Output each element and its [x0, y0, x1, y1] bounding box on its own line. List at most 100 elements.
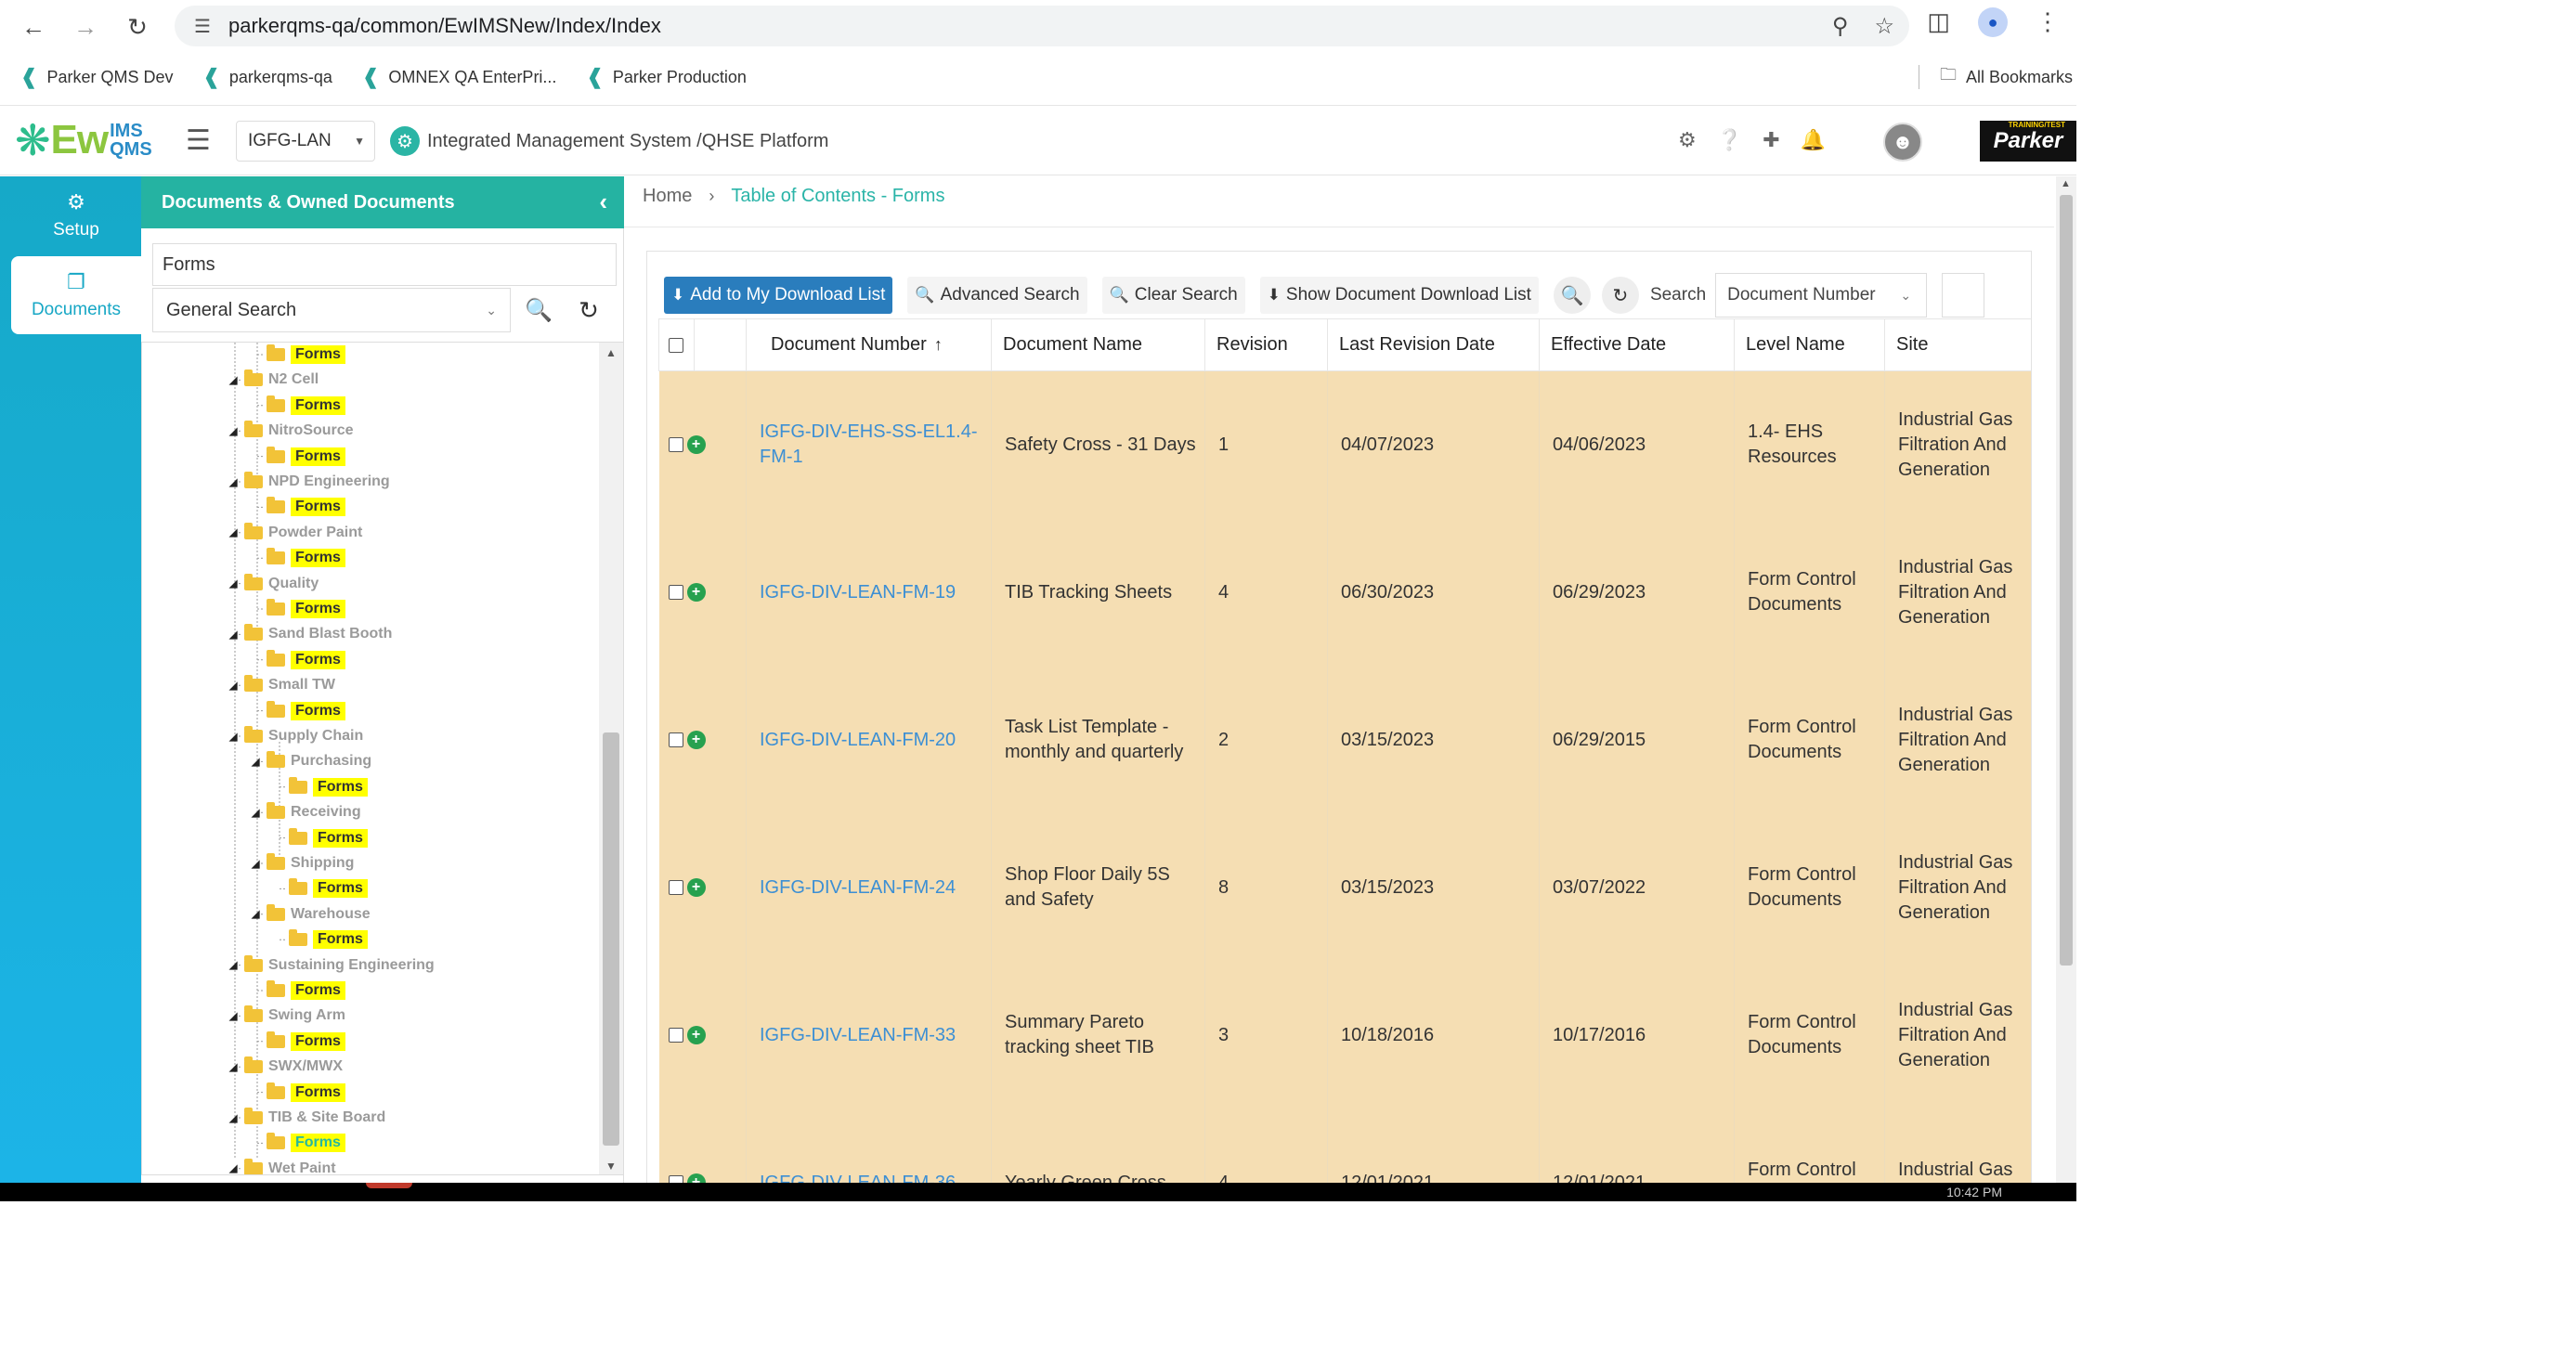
row-checkbox[interactable] [668, 437, 683, 453]
scroll-down-icon[interactable]: ▼ [605, 1160, 617, 1173]
cell-document-number[interactable]: IGFG-DIV-LEAN-FM-20 [746, 666, 992, 814]
column-header-level-name[interactable]: Level Name [1734, 318, 1885, 371]
tree-leaf-forms[interactable]: Forms [252, 548, 345, 568]
tree-scrollbar[interactable]: ▲ ▼ [599, 343, 623, 1174]
reload-icon[interactable]: ↻ [119, 8, 156, 45]
scroll-up-icon[interactable]: ▲ [2061, 178, 2071, 189]
tree-leaf-forms[interactable]: Forms [274, 776, 368, 797]
add-icon[interactable]: ✚ [1763, 128, 1779, 152]
settings-icon[interactable]: ⚙ [1678, 128, 1697, 152]
cell-document-number[interactable]: IGFG-DIV-EHS-SS-EL1.4-FM-1 [746, 370, 992, 519]
tree-leaf-forms[interactable]: Forms [274, 929, 368, 950]
tree-leaf-forms[interactable]: Forms [252, 497, 345, 517]
expand-toggle-icon[interactable]: ◢ [229, 1061, 242, 1073]
tree-folder-node[interactable]: ◢ N2 Cell [229, 369, 319, 390]
bookmark-item[interactable]: ❰ parkerqms-qa [202, 65, 332, 89]
expand-row-plus-icon[interactable]: + [686, 435, 706, 455]
tree-leaf-forms[interactable]: Forms [274, 878, 368, 899]
rail-item-documents[interactable]: ❐ Documents [11, 256, 141, 334]
expand-toggle-icon[interactable]: ◢ [252, 908, 265, 920]
expand-row-plus-icon[interactable]: + [686, 878, 706, 898]
expand-toggle-icon[interactable]: ◢ [229, 476, 242, 488]
bookmark-item[interactable]: ❰ Parker Production [586, 65, 747, 89]
tree-leaf-forms[interactable]: Forms [252, 395, 345, 416]
tree-folder-node[interactable]: ◢ Quality [229, 573, 319, 594]
column-header-site[interactable]: Site [1884, 318, 2031, 371]
site-info-icon[interactable]: ☰ [184, 15, 221, 38]
row-checkbox[interactable] [668, 585, 683, 601]
bookmark-item[interactable]: ❰ OMNEX QA EnterPri... [362, 65, 556, 89]
expand-toggle-icon[interactable]: ◢ [229, 959, 242, 971]
notification-bell-icon[interactable]: 🔔 [1801, 128, 1826, 152]
expand-row-plus-icon[interactable]: + [686, 583, 706, 603]
help-icon[interactable]: ❔ [1717, 128, 1742, 152]
breadcrumb-current[interactable]: Table of Contents - Forms [731, 186, 944, 207]
expand-toggle-icon[interactable]: ◢ [229, 577, 242, 590]
column-header-effective-date[interactable]: Effective Date [1539, 318, 1735, 371]
tree-leaf-forms[interactable]: Forms [252, 980, 345, 1001]
side-panel-icon[interactable]: ◫ [1927, 7, 1950, 37]
clear-search-button[interactable]: 🔍 Clear Search [1101, 277, 1245, 314]
tree-folder-node[interactable]: ◢ SWX/MWX [229, 1056, 343, 1077]
tree-folder-node[interactable]: ◢ Sustaining Engineering [229, 954, 435, 976]
tree-folder-node[interactable]: ◢ Shipping [252, 853, 354, 874]
select-all-checkbox[interactable] [669, 337, 683, 353]
main-scrollbar[interactable]: ▲ ▼ [2056, 176, 2076, 1201]
tree-folder-node[interactable]: ◢ Receiving [252, 802, 361, 823]
table-row[interactable]: + IGFG-DIV-EHS-SS-EL1.4-FM-1 Safety Cross … [658, 370, 2031, 519]
tree-leaf-forms[interactable]: Forms [252, 599, 345, 619]
tree-leaf-forms[interactable]: Forms [252, 700, 345, 721]
expand-toggle-icon[interactable]: ◢ [229, 374, 242, 386]
row-checkbox[interactable] [668, 732, 683, 748]
profile-icon[interactable]: ● [1978, 7, 2008, 37]
show-download-list-button[interactable]: ⬇ Show Document Download List [1259, 277, 1539, 314]
row-checkbox[interactable] [668, 1028, 683, 1043]
tree-folder-node[interactable]: ◢ Supply Chain [229, 726, 363, 746]
tree-folder-node[interactable]: ◢ Warehouse [252, 903, 371, 925]
browser-menu-icon[interactable]: ⋮ [2036, 7, 2060, 37]
tree-leaf-forms[interactable]: Forms [252, 446, 345, 467]
forward-icon[interactable]: → [67, 8, 104, 45]
cell-document-number[interactable]: IGFG-DIV-LEAN-FM-33 [746, 961, 992, 1109]
cell-document-number[interactable]: IGFG-DIV-LEAN-FM-24 [746, 813, 992, 962]
table-row[interactable]: + IGFG-DIV-LEAN-FM-33 Summary Pareto track… [658, 961, 2031, 1109]
tree-folder-node[interactable]: ◢ Powder Paint [229, 522, 362, 543]
column-header-document-name[interactable]: Document Name [991, 318, 1205, 371]
column-header-revision[interactable]: Revision [1204, 318, 1328, 371]
hamburger-menu-icon[interactable]: ☰ [186, 124, 211, 157]
refresh-icon[interactable]: ↻ [1601, 277, 1639, 314]
tree-leaf-forms[interactable]: Forms [252, 1030, 345, 1052]
expand-toggle-icon[interactable]: ◢ [229, 731, 242, 743]
scroll-up-icon[interactable]: ▲ [605, 346, 617, 359]
ewims-logo[interactable]: ❋ Ew IMS QMS [15, 117, 152, 163]
expand-toggle-icon[interactable]: ◢ [229, 680, 242, 692]
org-select[interactable]: IGFG-LAN ▼ [236, 121, 375, 162]
tree-leaf-forms[interactable]: Forms [252, 344, 345, 365]
all-bookmarks-button[interactable]: 🗀 All Bookmarks [1918, 63, 2076, 91]
tree-folder-node[interactable]: ◢ Purchasing [252, 751, 371, 771]
refresh-icon[interactable]: ↻ [565, 288, 613, 332]
tree-folder-node[interactable]: ◢ Small TW [229, 675, 335, 695]
expand-toggle-icon[interactable]: ◢ [229, 1162, 242, 1174]
expand-toggle-icon[interactable]: ◢ [252, 807, 265, 819]
tree-folder-node[interactable]: ◢ NPD Engineering [229, 472, 390, 492]
cell-document-number[interactable]: IGFG-DIV-LEAN-FM-19 [746, 518, 992, 667]
tree-filter-input[interactable]: Forms [152, 243, 617, 286]
row-checkbox[interactable] [668, 880, 683, 896]
table-row[interactable]: + IGFG-DIV-LEAN-FM-24 Shop Floor Daily 5S … [658, 813, 2031, 962]
zoom-icon[interactable]: ⚲ [1832, 13, 1849, 40]
breadcrumb-home[interactable]: Home [643, 186, 692, 207]
tree-leaf-forms[interactable]: Forms [252, 1082, 345, 1103]
expand-toggle-icon[interactable]: ◢ [229, 425, 242, 437]
bookmark-star-icon[interactable]: ☆ [1874, 13, 1894, 40]
collapse-chevron-left-icon[interactable]: ‹ [599, 188, 607, 216]
taskbar-app-icon[interactable] [366, 1183, 412, 1188]
back-icon[interactable]: ← [15, 8, 52, 45]
column-header-document-number[interactable]: Document Number ↑ [746, 318, 992, 371]
advanced-search-button[interactable]: 🔍 Advanced Search [907, 277, 1087, 314]
expand-toggle-icon[interactable]: ◢ [252, 756, 265, 768]
expand-toggle-icon[interactable]: ◢ [229, 526, 242, 538]
search-field-select[interactable]: Document Number ⌄ [1715, 273, 1928, 318]
search-type-select[interactable]: General Search ⌄ [152, 288, 511, 332]
expand-toggle-icon[interactable]: ◢ [229, 1112, 242, 1124]
